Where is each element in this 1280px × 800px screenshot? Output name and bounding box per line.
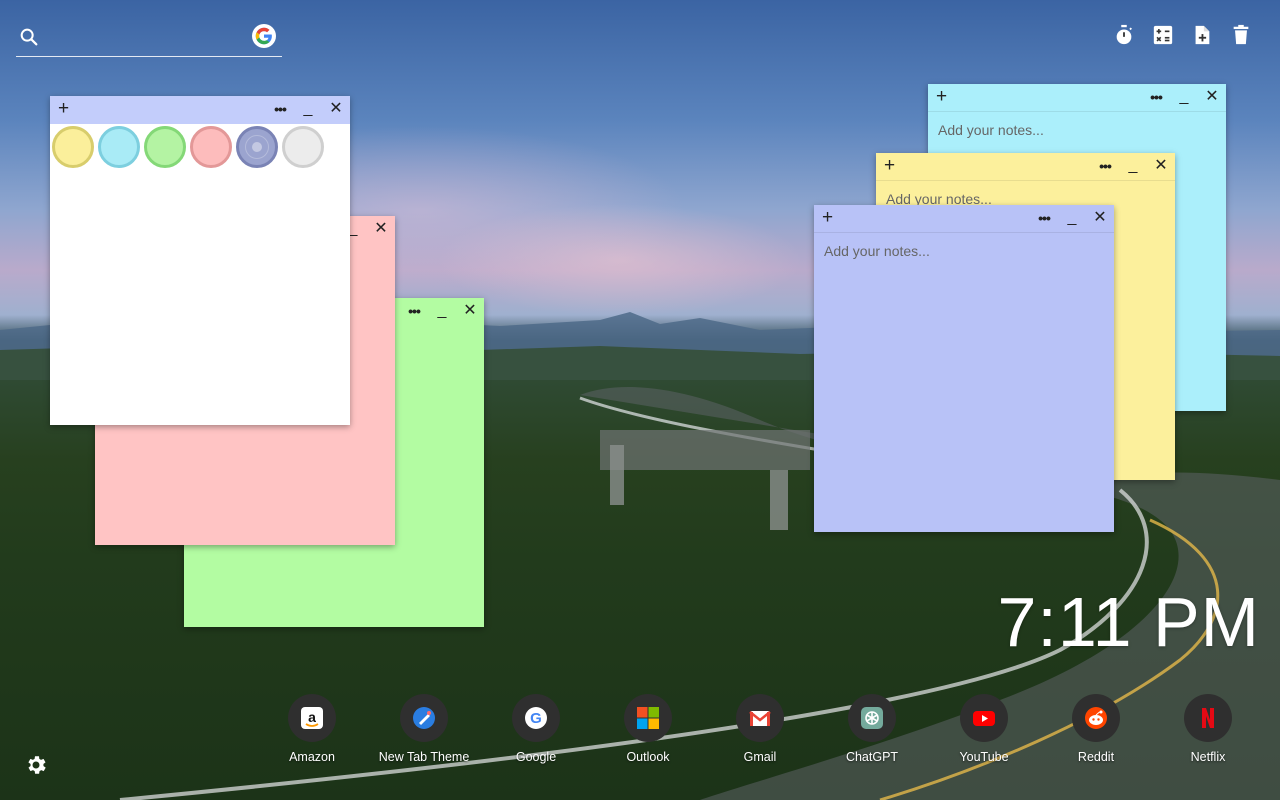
shortcut-label: Gmail [743, 750, 777, 764]
minimize-icon[interactable]: _ [434, 300, 450, 322]
shortcut-label: New Tab Theme [378, 750, 470, 764]
add-note-icon[interactable]: + [936, 87, 947, 107]
gear-icon[interactable] [24, 753, 48, 777]
new-note-icon[interactable] [1191, 24, 1213, 46]
more-options-icon[interactable]: ••• [1148, 86, 1164, 108]
close-icon[interactable]: ✕ [1153, 155, 1169, 177]
minimize-icon[interactable]: _ [1064, 207, 1080, 229]
shortcut-label: Netflix [1190, 750, 1226, 764]
amazon-icon: a [288, 694, 336, 742]
sticky-note-white[interactable]: + ••• _ ✕ [50, 96, 350, 425]
shortcut-label: Reddit [1077, 750, 1115, 764]
color-swatch-cyan[interactable] [98, 126, 140, 168]
close-icon[interactable]: ✕ [373, 218, 389, 240]
shortcut-reddit[interactable]: Reddit [1040, 694, 1152, 764]
note-title-bar[interactable]: + ••• _ ✕ [50, 96, 350, 124]
shortcut-google[interactable]: G Google [480, 694, 592, 764]
color-swatch-gray[interactable] [282, 126, 324, 168]
google-icon: G [512, 694, 560, 742]
trash-icon[interactable] [1230, 24, 1252, 46]
shortcut-dock: a Amazon New Tab Theme G Google Outlook … [256, 694, 1264, 764]
shortcut-label: Google [515, 750, 557, 764]
color-swatch-pink[interactable] [190, 126, 232, 168]
selected-dot [252, 142, 262, 152]
shortcut-label: Amazon [289, 750, 335, 764]
note-body [814, 233, 1114, 532]
color-swatch-blue-selected[interactable] [236, 126, 278, 168]
add-note-icon[interactable]: + [58, 99, 69, 119]
search-bar [16, 22, 282, 57]
add-note-icon[interactable]: + [884, 156, 895, 176]
new-tab-theme-icon [400, 694, 448, 742]
shortcut-label: Outlook [626, 750, 670, 764]
search-input[interactable] [50, 26, 254, 52]
close-icon[interactable]: ✕ [462, 300, 478, 322]
outlook-icon [624, 694, 672, 742]
shortcut-chatgpt[interactable]: ChatGPT [816, 694, 928, 764]
timer-icon[interactable] [1113, 24, 1135, 46]
shortcut-new-tab-theme[interactable]: New Tab Theme [368, 694, 480, 764]
sticky-note-blue[interactable]: + ••• _ ✕ [814, 205, 1114, 532]
shortcut-outlook[interactable]: Outlook [592, 694, 704, 764]
top-toolbar [1113, 24, 1252, 46]
minimize-icon[interactable]: _ [1176, 86, 1192, 108]
color-palette [50, 124, 326, 168]
shortcut-gmail[interactable]: Gmail [704, 694, 816, 764]
svg-text:G: G [530, 710, 542, 727]
shortcut-amazon[interactable]: a Amazon [256, 694, 368, 764]
more-options-icon[interactable]: ••• [406, 300, 422, 322]
shortcut-label: YouTube [959, 750, 1009, 764]
note-title-bar[interactable]: + ••• _ ✕ [814, 205, 1114, 233]
google-search-icon[interactable] [252, 24, 276, 48]
svg-text:a: a [308, 709, 316, 725]
shortcut-label: ChatGPT [845, 750, 899, 764]
note-title-bar[interactable]: + ••• _ ✕ [876, 153, 1175, 181]
calculator-icon[interactable] [1152, 24, 1174, 46]
more-options-icon[interactable]: ••• [1036, 207, 1052, 229]
add-note-icon[interactable]: + [822, 208, 833, 228]
netflix-icon [1184, 694, 1232, 742]
minimize-icon[interactable]: _ [300, 98, 316, 120]
shortcut-youtube[interactable]: YouTube [928, 694, 1040, 764]
color-swatch-green[interactable] [144, 126, 186, 168]
more-options-icon[interactable]: ••• [272, 98, 288, 120]
gmail-icon [736, 694, 784, 742]
reddit-icon [1072, 694, 1120, 742]
close-icon[interactable]: ✕ [1204, 86, 1220, 108]
color-swatch-yellow[interactable] [52, 126, 94, 168]
chatgpt-icon [848, 694, 896, 742]
youtube-icon [960, 694, 1008, 742]
clock-display: 7:11 PM [997, 583, 1260, 661]
more-options-icon[interactable]: ••• [1097, 155, 1113, 177]
search-icon[interactable] [18, 26, 40, 48]
close-icon[interactable]: ✕ [1092, 207, 1108, 229]
note-text-input[interactable] [814, 233, 1114, 532]
minimize-icon[interactable]: _ [1125, 155, 1141, 177]
shortcut-netflix[interactable]: Netflix [1152, 694, 1264, 764]
close-icon[interactable]: ✕ [328, 98, 344, 120]
note-title-bar[interactable]: + ••• _ ✕ [928, 84, 1226, 112]
